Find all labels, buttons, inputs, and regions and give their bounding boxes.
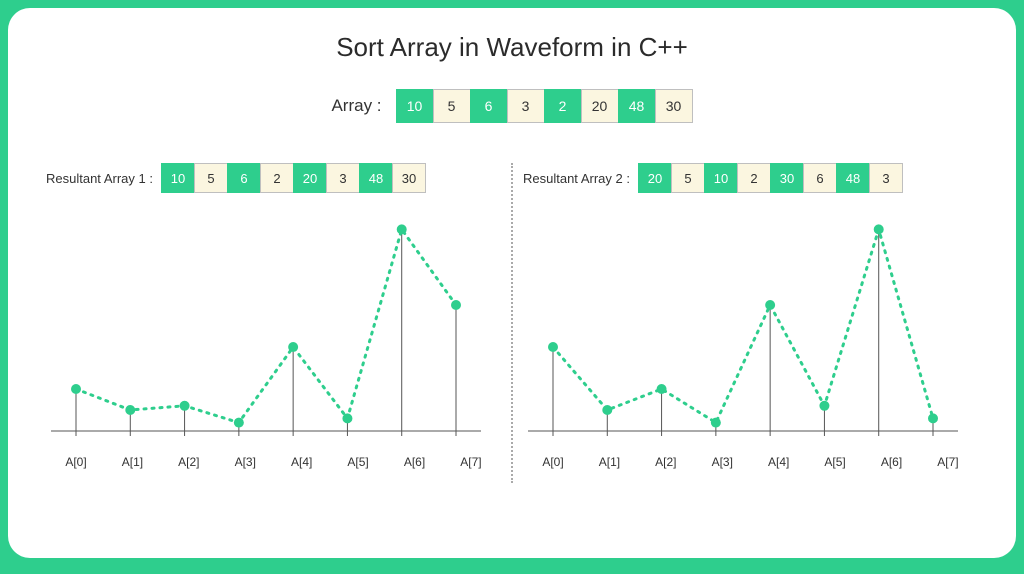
- result-1-label: Resultant Array 1 :: [46, 171, 153, 186]
- result-1-cells: 10 5 6 2 20 3 48 30: [161, 163, 426, 193]
- chart-1-axis-labels: A[0] A[1] A[2] A[3] A[4] A[5] A[6] A[7]: [46, 451, 501, 469]
- array-cell: 5: [433, 89, 471, 123]
- array-cell: 6: [227, 163, 261, 193]
- axis-tick: A[0]: [533, 455, 573, 469]
- array-cell: 10: [396, 89, 434, 123]
- result-2-cells: 20 5 10 2 30 6 48 3: [638, 163, 903, 193]
- array-cell: 48: [359, 163, 393, 193]
- array-cell: 6: [470, 89, 508, 123]
- array-cell: 10: [704, 163, 738, 193]
- array-cell: 20: [638, 163, 672, 193]
- axis-tick: A[7]: [451, 455, 491, 469]
- array-cell: 5: [194, 163, 228, 193]
- result-2-panel: Resultant Array 2 : 20 5 10 2 30 6 48 3 …: [513, 163, 988, 483]
- axis-tick: A[1]: [112, 455, 152, 469]
- array-cell: 20: [293, 163, 327, 193]
- array-cell: 5: [671, 163, 705, 193]
- array-cell: 20: [581, 89, 619, 123]
- content-card: Sort Array in Waveform in C++ Array : 10…: [8, 8, 1016, 558]
- array-cell: 3: [507, 89, 545, 123]
- input-array-label: Array :: [331, 96, 381, 116]
- result-1-panel: Resultant Array 1 : 10 5 6 2 20 3 48 30 …: [36, 163, 511, 483]
- axis-tick: A[0]: [56, 455, 96, 469]
- results-row: Resultant Array 1 : 10 5 6 2 20 3 48 30 …: [36, 163, 988, 483]
- array-cell: 30: [392, 163, 426, 193]
- array-cell: 48: [836, 163, 870, 193]
- result-1-header: Resultant Array 1 : 10 5 6 2 20 3 48 30: [46, 163, 501, 193]
- array-cell: 30: [770, 163, 804, 193]
- axis-tick: A[2]: [646, 455, 686, 469]
- result-2-label: Resultant Array 2 :: [523, 171, 630, 186]
- array-cell: 2: [737, 163, 771, 193]
- array-cell: 2: [260, 163, 294, 193]
- axis-tick: A[2]: [169, 455, 209, 469]
- result-2-header: Resultant Array 2 : 20 5 10 2 30 6 48 3: [523, 163, 978, 193]
- axis-tick: A[6]: [395, 455, 435, 469]
- axis-tick: A[4]: [759, 455, 799, 469]
- axis-tick: A[5]: [338, 455, 378, 469]
- input-array-row: Array : 10 5 6 3 2 20 48 30: [36, 89, 988, 123]
- array-cell: 3: [869, 163, 903, 193]
- axis-tick: A[7]: [928, 455, 968, 469]
- chart-2-axis-labels: A[0] A[1] A[2] A[3] A[4] A[5] A[6] A[7]: [523, 451, 978, 469]
- axis-tick: A[6]: [872, 455, 912, 469]
- array-cell: 10: [161, 163, 195, 193]
- array-cell: 30: [655, 89, 693, 123]
- chart-2: [523, 211, 963, 451]
- page-title: Sort Array in Waveform in C++: [36, 32, 988, 63]
- array-cell: 2: [544, 89, 582, 123]
- array-cell: 6: [803, 163, 837, 193]
- array-cell: 48: [618, 89, 656, 123]
- array-cell: 3: [326, 163, 360, 193]
- input-array-cells: 10 5 6 3 2 20 48 30: [396, 89, 693, 123]
- axis-tick: A[5]: [815, 455, 855, 469]
- chart-1: [46, 211, 486, 451]
- axis-tick: A[3]: [702, 455, 742, 469]
- axis-tick: A[1]: [589, 455, 629, 469]
- axis-tick: A[4]: [282, 455, 322, 469]
- axis-tick: A[3]: [225, 455, 265, 469]
